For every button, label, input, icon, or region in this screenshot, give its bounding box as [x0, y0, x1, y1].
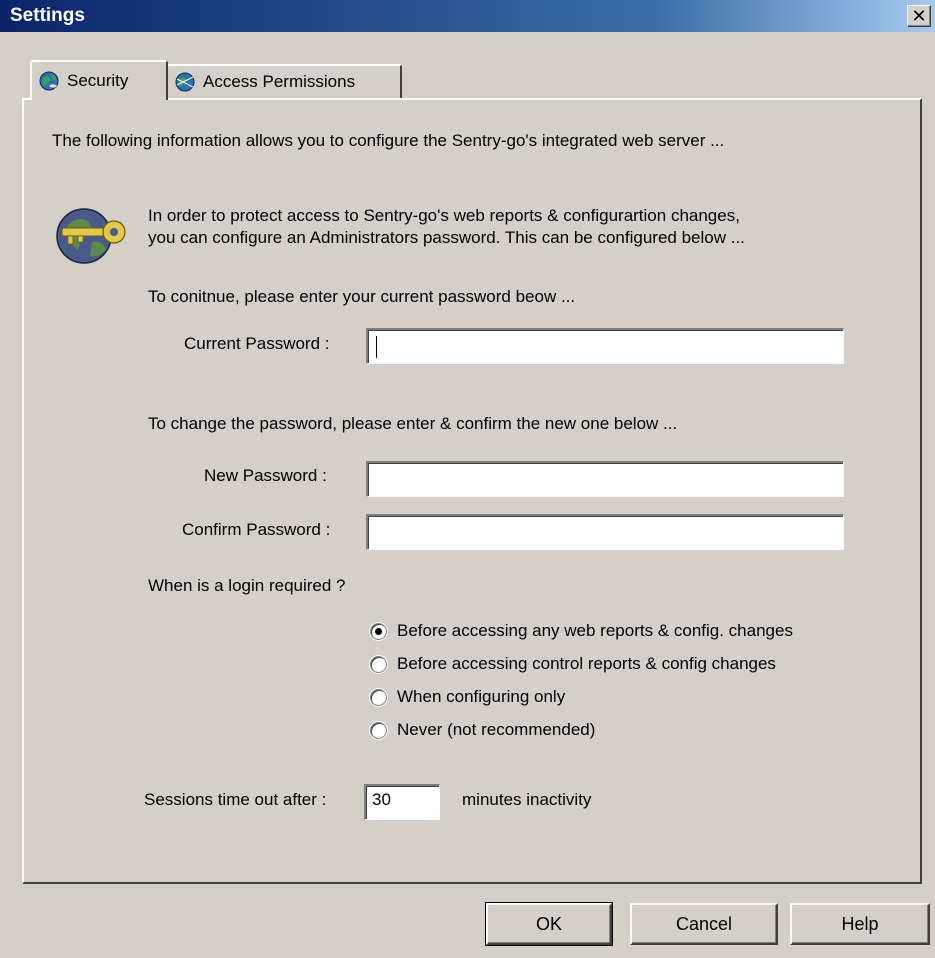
login-option-never[interactable]: Never (not recommended): [370, 718, 595, 742]
login-option-control-reports[interactable]: Before accessing control reports & confi…: [370, 652, 776, 676]
radio-button[interactable]: [370, 721, 387, 739]
tab-access-permissions[interactable]: Access Permissions: [166, 64, 402, 98]
protect-text: In order to protect access to Sentry-go'…: [148, 205, 745, 249]
security-tab-panel: The following information allows you to …: [22, 98, 922, 884]
timeout-label: Sessions time out after :: [144, 790, 327, 809]
radio-button[interactable]: [370, 688, 387, 706]
tab-security-label: Security: [67, 71, 129, 90]
radio-button[interactable]: [370, 622, 387, 640]
tab-security[interactable]: Security: [30, 60, 168, 100]
cancel-button-label: Cancel: [675, 913, 733, 934]
timeout-suffix: minutes inactivity: [462, 790, 592, 809]
intro-text: The following information allows you to …: [52, 131, 725, 150]
change-text: To change the password, please enter & c…: [148, 414, 678, 433]
ok-button[interactable]: OK: [485, 902, 613, 946]
text-caret: [376, 336, 377, 358]
continue-text: To conitnue, please enter your current p…: [148, 287, 576, 306]
current-password-field[interactable]: [366, 328, 844, 364]
help-button[interactable]: Help: [790, 903, 930, 945]
title-bar[interactable]: Settings ✕: [0, 0, 935, 32]
radio-button[interactable]: [370, 655, 387, 673]
close-button[interactable]: ✕: [907, 5, 931, 27]
login-option-label: Before accessing control reports & confi…: [397, 654, 776, 673]
settings-dialog: Settings ✕ Security Access Permissions T…: [0, 0, 935, 958]
login-option-any-web-reports[interactable]: Before accessing any web reports & confi…: [370, 619, 793, 643]
timeout-value: 30: [372, 790, 391, 809]
new-password-label: New Password :: [204, 466, 327, 485]
cancel-button[interactable]: Cancel: [630, 903, 778, 945]
close-icon: ✕: [911, 6, 927, 26]
confirm-password-label: Confirm Password :: [182, 520, 331, 539]
login-question: When is a login required ?: [148, 576, 346, 595]
timeout-field[interactable]: 30: [364, 784, 440, 820]
login-option-label: When configuring only: [397, 687, 566, 706]
window-title: Settings: [10, 5, 85, 26]
globe-network-icon: [175, 72, 195, 92]
key-globe-icon: [56, 208, 126, 264]
tab-access-permissions-label: Access Permissions: [203, 72, 356, 91]
protect-text-line1: In order to protect access to Sentry-go'…: [148, 206, 740, 225]
login-option-label: Before accessing any web reports & confi…: [397, 621, 793, 640]
current-password-label: Current Password :: [184, 334, 330, 353]
ok-button-label: OK: [535, 913, 562, 934]
globe-icon: [39, 71, 59, 91]
login-option-label: Never (not recommended): [397, 720, 596, 739]
new-password-field[interactable]: [366, 461, 844, 497]
confirm-password-field[interactable]: [366, 514, 844, 550]
login-option-configuring-only[interactable]: When configuring only: [370, 685, 565, 709]
protect-text-line2: you can configure an Administrators pass…: [148, 228, 745, 247]
help-button-label: Help: [841, 913, 879, 934]
